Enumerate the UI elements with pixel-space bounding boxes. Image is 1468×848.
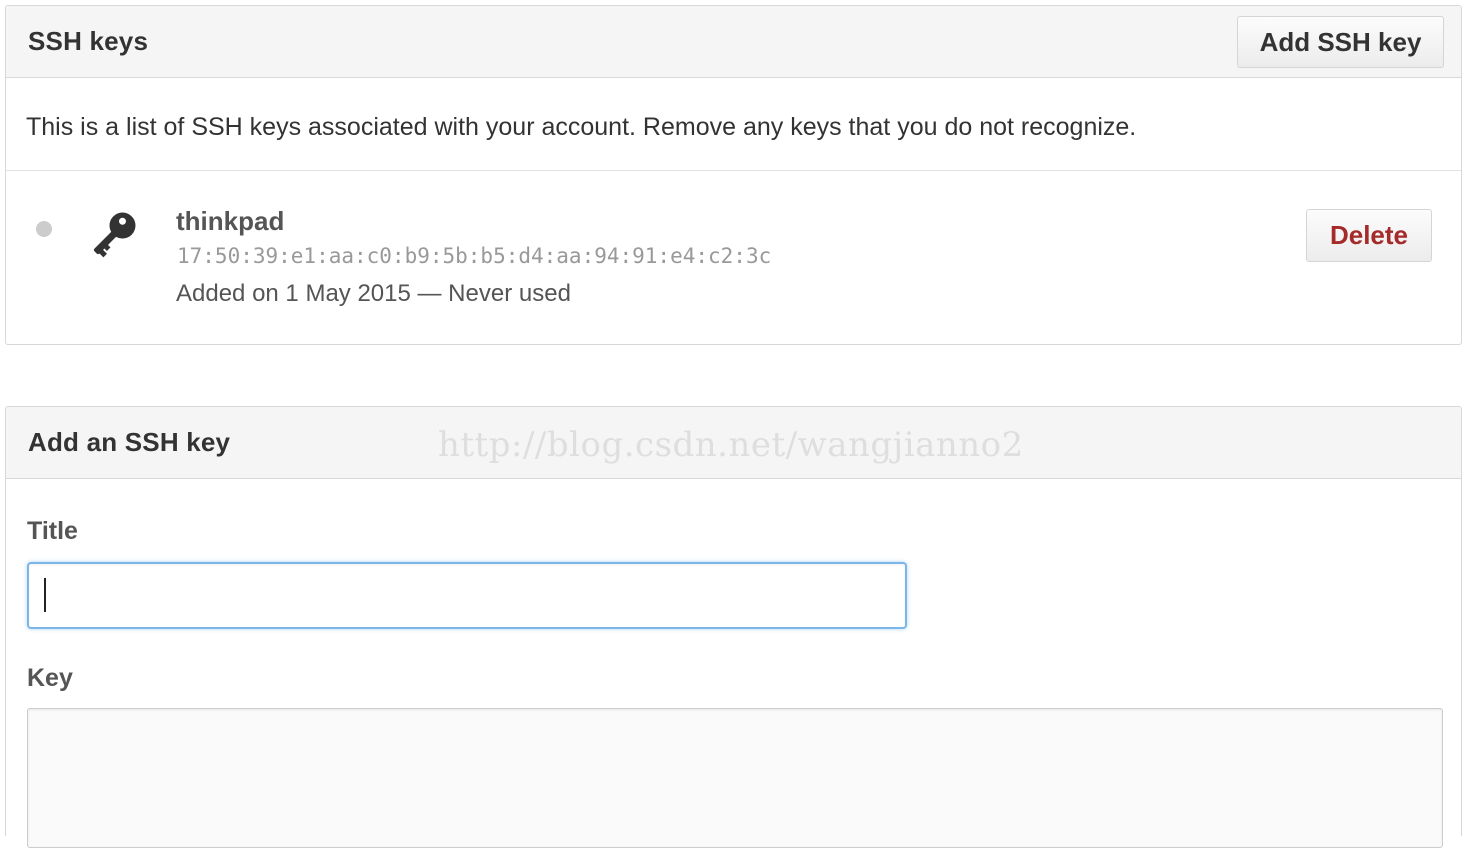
title-field-label: Title (27, 517, 78, 545)
add-ssh-key-panel-header: Add an SSH key http://blog.csdn.net/wang… (6, 407, 1461, 479)
key-fingerprint: 17:50:39:e1:aa:c0:b9:5b:b5:d4:aa:94:91:e… (177, 244, 772, 268)
key-textarea[interactable] (27, 708, 1443, 848)
ssh-keys-panel: SSH keys Add SSH key This is a list of S… (5, 5, 1462, 345)
ssh-keys-intro-text: This is a list of SSH keys associated wi… (26, 113, 1137, 141)
divider (6, 170, 1461, 171)
ssh-keys-title: SSH keys (28, 26, 149, 56)
title-input[interactable] (27, 562, 907, 629)
key-name: thinkpad (176, 206, 285, 236)
add-ssh-key-title: Add an SSH key (28, 427, 231, 457)
key-icon (93, 212, 136, 258)
delete-key-button[interactable]: Delete (1306, 209, 1432, 262)
ssh-keys-panel-header: SSH keys Add SSH key (6, 6, 1461, 78)
text-cursor (44, 578, 46, 612)
watermark-text: http://blog.csdn.net/wangjianno2 (438, 425, 1024, 465)
key-status-dot (36, 221, 52, 237)
add-ssh-key-panel: Add an SSH key http://blog.csdn.net/wang… (5, 406, 1462, 848)
add-ssh-key-button[interactable]: Add SSH key (1237, 16, 1444, 68)
key-field-label: Key (27, 664, 73, 692)
key-added-info: Added on 1 May 2015 — Never used (176, 280, 571, 307)
